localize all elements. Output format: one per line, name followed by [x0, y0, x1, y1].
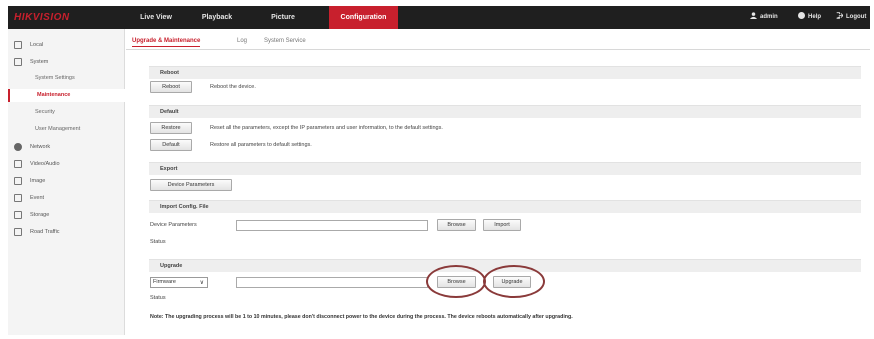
- storage-icon: [14, 211, 22, 219]
- upgrade-file-path-field[interactable]: [236, 277, 428, 288]
- sidebar-item-label: Video/Audio: [30, 161, 60, 167]
- import-config-section-header: Import Config. File: [149, 200, 861, 213]
- tab-live-view[interactable]: Live View: [136, 6, 176, 29]
- default-section-header: Default: [149, 105, 861, 118]
- export-device-parameters-button[interactable]: Device Parameters: [150, 179, 232, 191]
- export-section-header: Export: [149, 162, 861, 175]
- traffic-icon: [14, 228, 22, 236]
- top-navigation-bar: HIKVISION Live View Playback Picture Con…: [8, 6, 870, 29]
- tab-playback[interactable]: Playback: [196, 6, 238, 29]
- logout-label: Logout: [846, 14, 867, 20]
- sidebar-item-label: System: [30, 59, 49, 65]
- reboot-description: Reboot the device.: [210, 84, 256, 90]
- sidebar-item-label: Image: [30, 178, 46, 184]
- upgrade-status-label: Status: [150, 295, 166, 301]
- upgrade-type-select[interactable]: Firmware ∨: [150, 277, 208, 288]
- default-description: Restore all parameters to default settin…: [210, 142, 312, 148]
- help-icon: [798, 12, 805, 19]
- sub-tab-bar: Upgrade & Maintenance Log System Service: [126, 36, 870, 50]
- tab-upgrade-maintenance[interactable]: Upgrade & Maintenance: [132, 38, 201, 47]
- left-sidebar: Local System System Settings Maintenance…: [8, 29, 125, 335]
- calendar-icon: [14, 194, 22, 202]
- upgrade-type-value: Firmware: [153, 279, 176, 285]
- logout-link[interactable]: Logout: [836, 6, 866, 29]
- restore-description: Reset all the parameters, except the IP …: [210, 125, 443, 131]
- tab-picture[interactable]: Picture: [263, 6, 303, 29]
- import-file-path-field[interactable]: [236, 220, 428, 231]
- camera-icon: [14, 160, 22, 168]
- sidebar-item-system[interactable]: System: [8, 55, 125, 69]
- main-content: Upgrade & Maintenance Log System Service…: [126, 29, 870, 335]
- reboot-section-header: Reboot: [149, 66, 861, 79]
- default-button[interactable]: Default: [150, 139, 192, 151]
- sidebar-item-label: Storage: [30, 212, 50, 218]
- help-link[interactable]: Help: [798, 6, 821, 29]
- sidebar-item-event[interactable]: Event: [8, 191, 125, 205]
- import-button[interactable]: Import: [483, 219, 521, 231]
- tab-log[interactable]: Log: [237, 38, 247, 44]
- monitor-icon: [14, 41, 22, 49]
- sidebar-item-storage[interactable]: Storage: [8, 208, 125, 222]
- username-label: admin: [760, 14, 778, 20]
- highlight-ring-browse: [426, 265, 486, 298]
- sidebar-item-label: Road Traffic: [30, 229, 60, 235]
- sidebar-item-system-settings[interactable]: System Settings: [8, 72, 125, 85]
- sidebar-item-local[interactable]: Local: [8, 38, 125, 52]
- upgrade-note: Note: The upgrading process will be 1 to…: [150, 314, 573, 320]
- sidebar-item-maintenance[interactable]: Maintenance: [8, 89, 125, 102]
- highlight-ring-upgrade: [483, 265, 545, 298]
- restore-button[interactable]: Restore: [150, 122, 192, 134]
- logout-icon: [836, 12, 843, 19]
- user-icon: [750, 12, 757, 19]
- sidebar-item-image[interactable]: Image: [8, 174, 125, 188]
- tab-configuration[interactable]: Configuration: [329, 6, 398, 29]
- chevron-down-icon: ∨: [199, 280, 204, 286]
- import-status-label: Status: [150, 239, 166, 245]
- sidebar-item-label: Local: [30, 42, 44, 48]
- sidebar-item-security[interactable]: Security: [8, 106, 125, 119]
- globe-icon: [14, 143, 22, 151]
- sidebar-item-video-audio[interactable]: Video/Audio: [8, 157, 125, 171]
- system-icon: [14, 58, 22, 66]
- help-label: Help: [808, 14, 822, 20]
- tab-system-service[interactable]: System Service: [264, 38, 306, 44]
- sidebar-item-user-management[interactable]: User Management: [8, 123, 125, 136]
- image-icon: [14, 177, 22, 185]
- brand-logo: HIKVISION: [14, 12, 70, 23]
- sidebar-item-road-traffic[interactable]: Road Traffic: [8, 225, 125, 239]
- import-browse-button[interactable]: Browse: [437, 219, 476, 231]
- user-menu[interactable]: admin: [750, 6, 778, 29]
- reboot-button[interactable]: Reboot: [150, 81, 192, 93]
- sidebar-item-label: Network: [30, 144, 51, 150]
- sidebar-item-label: Event: [30, 195, 45, 201]
- sidebar-item-network[interactable]: Network: [8, 140, 125, 154]
- import-device-parameters-label: Device Parameters: [150, 222, 197, 228]
